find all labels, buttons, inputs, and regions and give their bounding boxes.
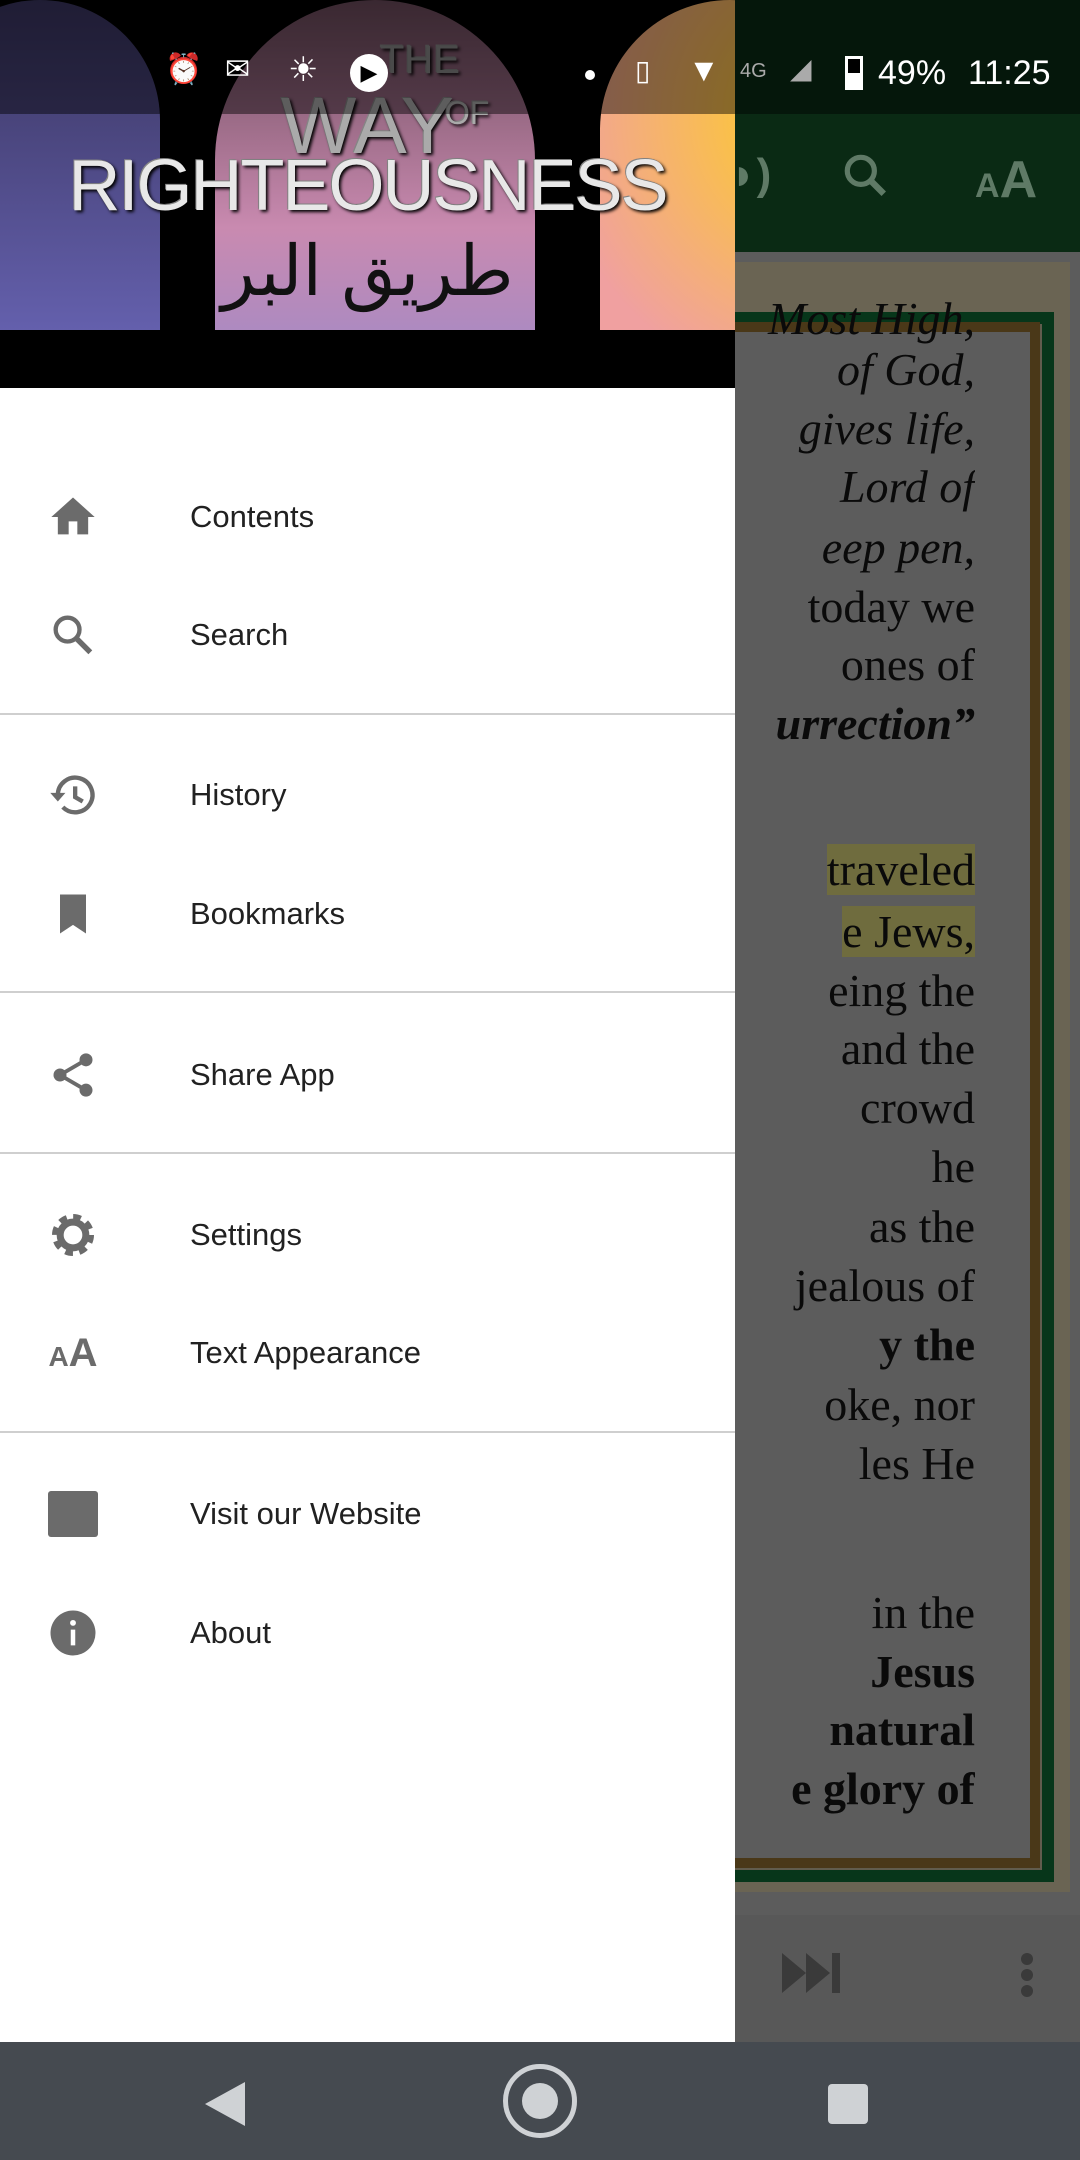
reader-text: crowd bbox=[860, 1082, 975, 1133]
drawer-item-label: Share App bbox=[190, 1057, 335, 1092]
battery-icon bbox=[845, 56, 863, 90]
drawer-item-label: About bbox=[190, 1615, 272, 1650]
drawer-item-settings[interactable]: Settings bbox=[0, 1180, 735, 1290]
navigation-drawer: THE WAY OF RIGHTEOUSNESS طريق البر Conte… bbox=[0, 0, 735, 2042]
reader-text: ones of bbox=[840, 639, 975, 690]
drawer-item-about[interactable]: About bbox=[0, 1578, 735, 1688]
divider bbox=[0, 1431, 735, 1433]
reader-text: today we bbox=[807, 581, 975, 632]
reader-text: les He bbox=[858, 1438, 975, 1489]
drawer-item-bookmarks[interactable]: Bookmarks bbox=[0, 859, 735, 969]
reader-text: y the bbox=[879, 1319, 975, 1370]
reader-text: urrection” bbox=[775, 698, 975, 749]
reader-text: oke, nor bbox=[824, 1379, 975, 1430]
drawer-item-share-app[interactable]: Share App bbox=[0, 1020, 735, 1130]
reader-text: e glory of bbox=[791, 1763, 975, 1814]
share-icon bbox=[0, 1049, 190, 1101]
reader-text: in the bbox=[871, 1587, 975, 1638]
battery-percent: 49% bbox=[878, 54, 947, 92]
reader-text: traveled bbox=[826, 844, 975, 895]
home-icon bbox=[0, 491, 190, 543]
vibrate-icon: ▯ bbox=[635, 55, 651, 86]
brightness-icon: ☀ bbox=[288, 51, 319, 89]
drawer-item-search[interactable]: Search bbox=[0, 580, 735, 690]
drawer-item-text-appearance[interactable]: AA Text Appearance bbox=[0, 1298, 735, 1408]
reader-text: and the bbox=[840, 1023, 975, 1074]
skip-next-icon[interactable] bbox=[782, 1953, 844, 1998]
drawer-item-label: Contents bbox=[190, 499, 315, 534]
reader-text: Jesus bbox=[870, 1646, 975, 1697]
recents-icon[interactable] bbox=[828, 2084, 868, 2124]
reader-text: e Jews, bbox=[842, 906, 975, 957]
bookmark-icon bbox=[0, 888, 190, 940]
divider bbox=[0, 713, 735, 715]
reader-text: as the bbox=[868, 1201, 975, 1252]
alarm-icon: ⏰ bbox=[165, 53, 203, 86]
history-icon bbox=[0, 769, 190, 821]
drawer-item-label: Visit our Website bbox=[190, 1496, 422, 1531]
system-nav-bar bbox=[0, 2042, 1080, 2160]
play-icon: ▶ bbox=[350, 54, 388, 92]
info-icon bbox=[0, 1606, 190, 1660]
status-bar: ⏰ ✉ ☀ ▶ ▯ ▼ 4G ◢ 49% 11:25 bbox=[0, 0, 1080, 114]
reader-text: eing the bbox=[828, 965, 975, 1016]
4g-icon: 4G bbox=[740, 60, 767, 82]
reader-text: jealous of bbox=[794, 1260, 975, 1311]
reader-text: of God, bbox=[837, 344, 975, 395]
drawer-item-contents[interactable]: Contents bbox=[0, 462, 735, 572]
drawer-item-label: Settings bbox=[190, 1217, 303, 1252]
dot-icon bbox=[585, 70, 595, 80]
gmail-icon: ✉ bbox=[225, 53, 251, 86]
signal-icon: ◢ bbox=[790, 53, 812, 84]
reader-text: Lord of bbox=[839, 461, 975, 512]
drawer-item-label: Bookmarks bbox=[190, 896, 346, 931]
text-size-icon: AA bbox=[48, 1330, 98, 1375]
reader-text: eep pen, bbox=[821, 522, 975, 573]
back-icon[interactable] bbox=[205, 2082, 245, 2131]
search-icon bbox=[0, 609, 190, 661]
divider bbox=[0, 1152, 735, 1154]
drawer-item-label: History bbox=[190, 777, 287, 812]
reader-text: natural bbox=[829, 1704, 975, 1755]
drawer-item-visit-our-website[interactable]: Visit our Website bbox=[0, 1459, 735, 1569]
text-size-icon[interactable]: AA bbox=[975, 150, 1037, 210]
drawer-item-label: Search bbox=[190, 617, 289, 652]
search-icon[interactable] bbox=[840, 150, 890, 213]
audio-icon[interactable]: ◗) bbox=[730, 150, 771, 200]
more-vert-icon[interactable] bbox=[1020, 1953, 1034, 2002]
clock: 11:25 bbox=[968, 54, 1051, 92]
drawer-item-label: Text Appearance bbox=[190, 1335, 421, 1370]
home-icon[interactable] bbox=[503, 2064, 577, 2138]
drawer-item-history[interactable]: History bbox=[0, 740, 735, 850]
reader-text: gives life, bbox=[798, 403, 975, 454]
gear-icon bbox=[0, 1207, 190, 1263]
wifi-icon: ▼ bbox=[688, 52, 720, 88]
website-icon bbox=[0, 1491, 190, 1537]
divider bbox=[0, 991, 735, 993]
reader-text: he bbox=[931, 1141, 975, 1192]
reader-text: Most High, bbox=[768, 293, 975, 344]
